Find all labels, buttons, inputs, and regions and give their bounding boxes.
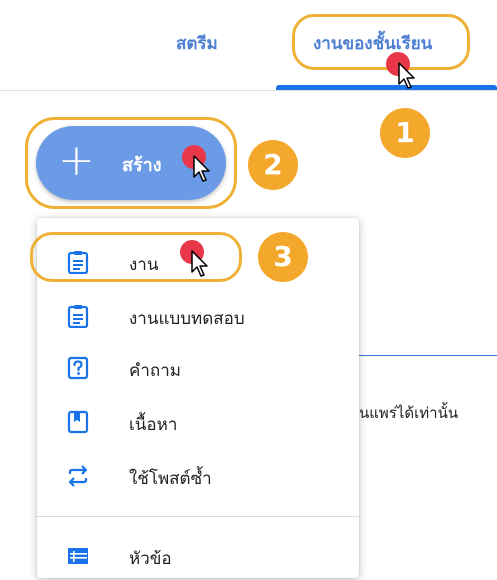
menu-item-label: งานแบบทดสอบ [129, 309, 245, 329]
step-2-badge: 2 [248, 140, 298, 190]
mouse-cursor-icon [191, 250, 208, 277]
header-divider [0, 90, 497, 91]
material-icon [67, 410, 89, 434]
question-icon [67, 356, 89, 380]
reuse-post-icon [68, 465, 88, 487]
mouse-cursor-icon [193, 155, 210, 182]
step-1-badge: 1 [380, 108, 430, 158]
create-button-label: สร้าง [122, 155, 162, 176]
menu-item-reuse-post[interactable]: ใช้โพสต์ซ้ำ [37, 450, 359, 500]
menu-item-topic[interactable]: หัวข้อ [37, 530, 359, 580]
topic-icon [68, 548, 88, 564]
tab-stream[interactable]: สตรีม [176, 30, 218, 57]
mouse-cursor-icon [398, 62, 415, 89]
menu-item-quiz-assignment[interactable]: งานแบบทดสอบ [37, 290, 359, 340]
menu-item-label: หัวข้อ [129, 549, 172, 569]
assignment-item-highlight [30, 232, 242, 282]
menu-item-label: ใช้โพสต์ซ้ำ [129, 469, 212, 489]
menu-item-label: คำถาม [129, 361, 181, 381]
background-divider [359, 355, 497, 356]
background-text: นแพร่ได้เท่านั้น [359, 404, 459, 422]
quiz-assignment-icon [67, 305, 89, 328]
classwork-tab-highlight [292, 14, 470, 70]
menu-item-material[interactable]: เนื้อหา [37, 396, 359, 446]
plus-icon: + [58, 135, 95, 186]
menu-divider [37, 516, 359, 517]
step-3-badge: 3 [258, 232, 308, 282]
menu-item-label: เนื้อหา [129, 415, 178, 435]
menu-item-question[interactable]: คำถาม [37, 342, 359, 392]
